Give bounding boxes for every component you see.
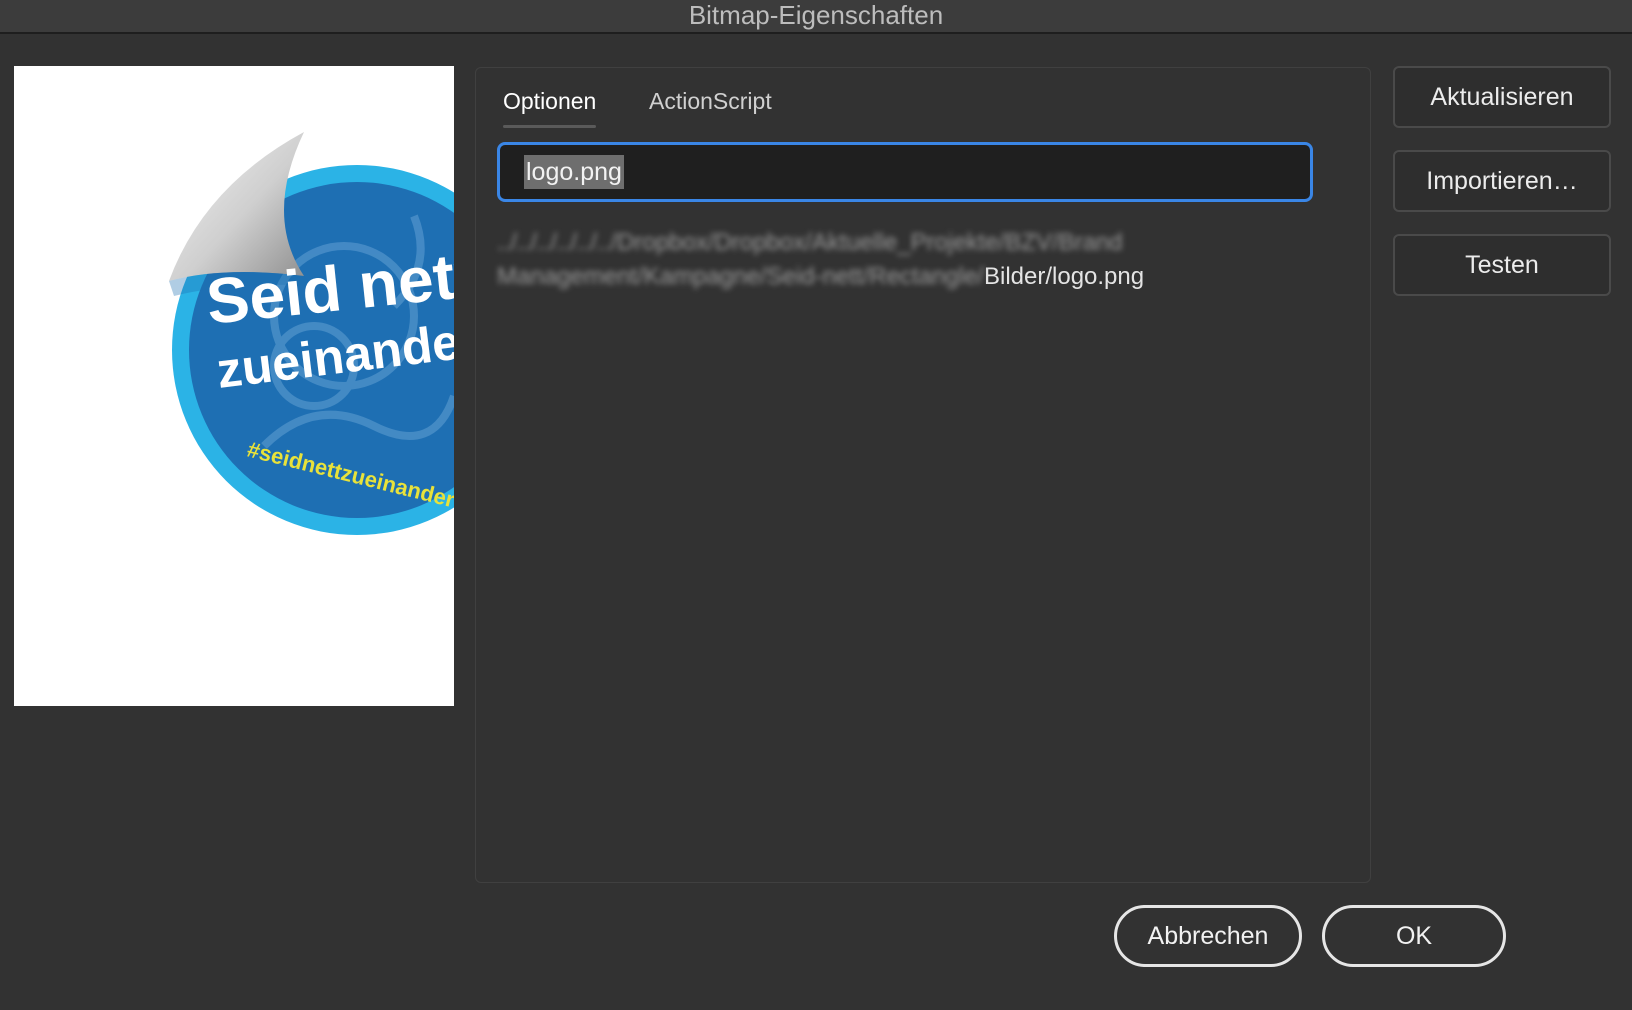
bitmap-preview: Seid nett zueinander #seidnettzueinander: [14, 66, 454, 706]
name-field-value[interactable]: logo.png: [524, 155, 624, 189]
tab-optionen[interactable]: Optionen: [503, 82, 597, 128]
bitmap-properties-dialog: Bitmap-Eigenschaften Seid nett zueinande…: [0, 0, 1632, 1010]
name-field[interactable]: logo.png: [497, 142, 1313, 202]
test-button[interactable]: Testen: [1393, 234, 1611, 296]
options-panel: Optionen ActionScript logo.png ../../../…: [475, 67, 1371, 883]
import-button[interactable]: Importieren…: [1393, 150, 1611, 212]
update-button[interactable]: Aktualisieren: [1393, 66, 1611, 128]
logo-image: Seid nett zueinander #seidnettzueinander: [169, 132, 454, 535]
title-bar: Bitmap-Eigenschaften: [0, 0, 1632, 34]
tab-actionscript[interactable]: ActionScript: [649, 82, 772, 128]
file-path-visible: Bilder/logo.png: [983, 263, 1145, 290]
file-path: ../../../../../../Dropbox/Dropbox/Aktuel…: [497, 226, 1357, 294]
ok-button[interactable]: OK: [1322, 905, 1506, 967]
cancel-button[interactable]: Abbrechen: [1114, 905, 1302, 967]
dialog-title: Bitmap-Eigenschaften: [688, 0, 944, 30]
